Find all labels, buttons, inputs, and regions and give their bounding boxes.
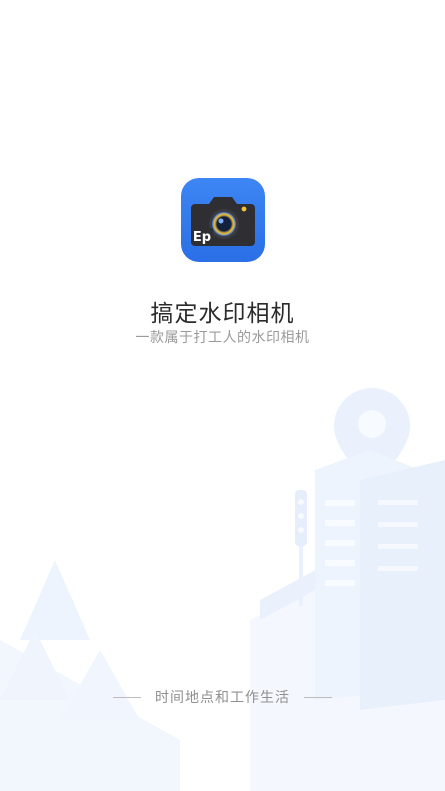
footer-tagline: 时间地点和工作生活 [155, 690, 290, 706]
app-slogan: 一款属于打工人的水印相机 [135, 330, 310, 346]
footer-divider-left [113, 696, 141, 698]
app-icon-badge: Ep [193, 230, 211, 245]
app-icon: Ep [181, 178, 265, 262]
footer-divider-right [304, 696, 332, 698]
footer-tagline-row: 时间地点和工作生活 [0, 687, 445, 707]
app-name: 搞定水印相机 [150, 301, 295, 327]
splash-screen: Ep 搞定水印相机 一款属于打工人的水印相机 时间地点和工作生活 [0, 0, 445, 791]
city-illustration [0, 388, 445, 791]
